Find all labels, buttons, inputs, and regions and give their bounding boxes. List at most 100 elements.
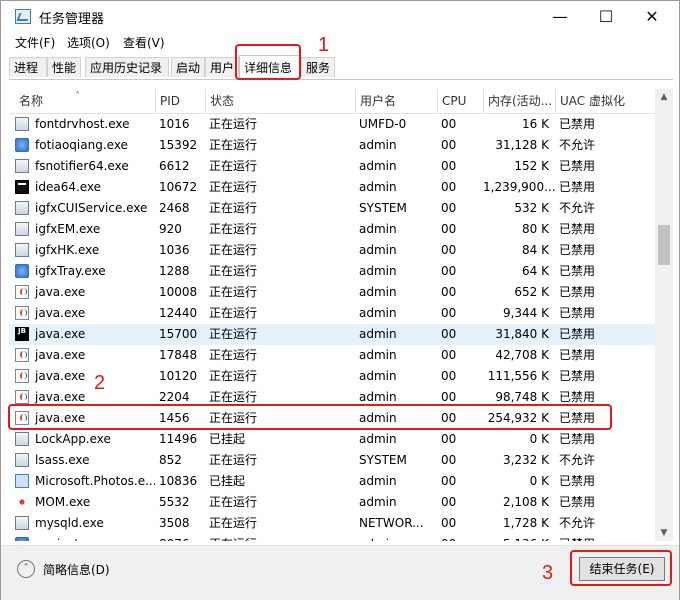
table-row[interactable]: igfxHK.exe 1036 正在运行 admin 00 84 K 已禁用: [9, 240, 655, 261]
table-row[interactable]: fsnotifier64.exe 6612 正在运行 admin 00 152 K 已禁用: [9, 156, 655, 177]
cell-mem: 16 K: [522, 117, 549, 131]
col-cpu[interactable]: CPU: [437, 89, 483, 113]
tab-services[interactable]: 服务: [301, 57, 335, 77]
tab-users[interactable]: 用户: [205, 57, 239, 77]
fewer-details-link[interactable]: 简略信息(D): [43, 561, 110, 578]
cell-user: admin: [359, 474, 397, 488]
maximize-button[interactable]: ☐: [583, 1, 629, 33]
cell-status: 正在运行: [209, 369, 258, 383]
task-manager-icon: [15, 9, 31, 24]
menu-file[interactable]: 文件(F): [15, 34, 55, 51]
table-row[interactable]: fotiaoqiang.exe 15392 正在运行 admin 00 31,128 K 不…: [9, 135, 655, 156]
cell-cpu: 00: [441, 159, 457, 173]
table-row[interactable]: Microsoft.Photos.e... 10836 已挂起 admin 00 0 K 已…: [9, 471, 655, 492]
tab-processes[interactable]: 进程: [9, 57, 47, 77]
cell-status: 正在运行: [209, 243, 258, 257]
scroll-thumb[interactable]: [658, 225, 670, 265]
cell-name: LockApp.exe: [35, 432, 111, 446]
table-row[interactable]: lsass.exe 852 正在运行 SYSTEM 00 3,232 K 不允许: [9, 450, 655, 471]
annotation-box-details-tab: [235, 44, 301, 80]
close-button[interactable]: ✕: [629, 1, 675, 33]
table-row[interactable]: mysqld.exe 3508 正在运行 NETWOR... 00 1,728 K 不允许: [9, 513, 655, 534]
table-row[interactable]: fontdrvhost.exe 1016 正在运行 UMFD-0 00 16 K 已禁用: [9, 114, 655, 135]
table-row[interactable]: idea64.exe 10672 正在运行 admin 00 1,239,900... 已禁…: [9, 177, 655, 198]
cell-user: admin: [359, 306, 397, 320]
table-row[interactable]: igfxEM.exe 920 正在运行 admin 00 80 K 已禁用: [9, 219, 655, 240]
cell-mem: 31,128 K: [495, 138, 549, 152]
cell-name: igfxCUIService.exe: [35, 201, 148, 215]
cell-pid: 852: [159, 453, 182, 467]
col-status[interactable]: 状态: [205, 89, 355, 113]
col-name[interactable]: 名称 ˄: [9, 89, 155, 113]
cell-mem: 111,556 K: [487, 369, 549, 383]
table-row[interactable]: JB java.exe 15700 正在运行 admin 00 31,840 K 已禁用: [9, 324, 655, 345]
menu-view[interactable]: 查看(V): [123, 34, 165, 51]
table-row[interactable]: java.exe 17848 正在运行 admin 00 42,708 K 已禁用: [9, 345, 655, 366]
cell-pid: 5532: [159, 495, 190, 509]
title-bar[interactable]: 任务管理器 — ☐ ✕: [1, 1, 679, 33]
cell-pid: 3508: [159, 516, 190, 530]
cell-status: 正在运行: [209, 306, 258, 320]
cell-name: java.exe: [35, 285, 86, 299]
tab-app-history[interactable]: 应用历史记录: [85, 57, 169, 77]
col-uac[interactable]: UAC 虚拟化: [555, 89, 655, 113]
cell-cpu: 00: [441, 306, 457, 320]
cell-mem: 42,708 K: [495, 348, 549, 362]
cell-mem: 532 K: [514, 201, 549, 215]
table-row[interactable]: navicat.exe8076正在运行admin005,136 K已禁用: [9, 534, 655, 541]
vertical-scrollbar[interactable]: ▲ ▼: [655, 89, 673, 541]
table-row[interactable]: java.exe 12440 正在运行 admin 00 9,344 K 已禁用: [9, 303, 655, 324]
tab-performance[interactable]: 性能: [47, 57, 81, 77]
cell-user: admin: [355, 534, 437, 541]
menu-options[interactable]: 选项(O): [67, 34, 110, 51]
cell-name: fotiaoqiang.exe: [35, 138, 128, 152]
cell-name: Microsoft.Photos.e...: [35, 474, 155, 488]
table-header: 名称 ˄ PID 状态 用户名 CPU 内存(活动... UAC 虚拟化: [9, 89, 655, 114]
cell-user: SYSTEM: [359, 201, 407, 215]
cell-name: java.exe: [35, 348, 86, 362]
minimize-button[interactable]: —: [537, 1, 583, 33]
cell-cpu: 00: [441, 138, 457, 152]
cell-status: 正在运行: [209, 453, 258, 467]
cell-status: 已挂起: [209, 432, 246, 446]
cell-user: admin: [359, 432, 397, 446]
cell-uac: 已禁用: [559, 180, 596, 194]
cell-pid: 920: [159, 222, 182, 236]
cell-cpu: 00: [441, 369, 457, 383]
table-row[interactable]: java.exe 10120 正在运行 admin 00 111,556 K 已禁用: [9, 366, 655, 387]
cell-pid: 1288: [159, 264, 190, 278]
cell-pid: 2468: [159, 201, 190, 215]
cell-user: admin: [359, 159, 397, 173]
cell-cpu: 00: [441, 327, 457, 341]
cell-uac: 已禁用: [559, 327, 596, 341]
table-row[interactable]: MOM.exe 5532 正在运行 admin 00 2,108 K 已禁用: [9, 492, 655, 513]
cell-name: mysqld.exe: [35, 516, 104, 530]
cell-cpu: 00: [441, 222, 457, 236]
details-table: 名称 ˄ PID 状态 用户名 CPU 内存(活动... UAC 虚拟化 fon…: [9, 89, 655, 541]
cell-user: SYSTEM: [359, 453, 407, 467]
cell-user: admin: [359, 180, 397, 194]
cell-uac: 已禁用: [559, 117, 596, 131]
scroll-down-icon[interactable]: ▼: [655, 525, 673, 541]
table-row[interactable]: LockApp.exe 11496 已挂起 admin 00 0 K 已禁用: [9, 429, 655, 450]
cell-mem: 3,232 K: [502, 453, 549, 467]
annotation-box-java-row: [8, 404, 612, 430]
scroll-up-icon[interactable]: ▲: [655, 89, 673, 105]
cell-uac: 已禁用: [559, 348, 596, 362]
table-row[interactable]: igfxTray.exe 1288 正在运行 admin 00 64 K 已禁用: [9, 261, 655, 282]
cell-mem: 80 K: [522, 222, 549, 236]
col-pid[interactable]: PID: [155, 89, 205, 113]
table-row[interactable]: java.exe 10008 正在运行 admin 00 652 K 已禁用: [9, 282, 655, 303]
cell-pid: 10836: [159, 474, 198, 488]
cell-uac: 已禁用: [559, 432, 596, 446]
cell-user: admin: [359, 369, 397, 383]
col-username[interactable]: 用户名: [355, 89, 437, 113]
cell-pid: 1036: [159, 243, 190, 257]
cell-uac: 已禁用: [559, 243, 596, 257]
cell-uac: 已禁用: [559, 264, 596, 278]
tab-startup[interactable]: 启动: [171, 57, 205, 77]
table-row[interactable]: igfxCUIService.exe 2468 正在运行 SYSTEM 00 532 K 不…: [9, 198, 655, 219]
col-memory[interactable]: 内存(活动...: [483, 89, 555, 113]
chevron-up-icon[interactable]: ˄: [17, 560, 35, 578]
cell-user: admin: [359, 243, 397, 257]
